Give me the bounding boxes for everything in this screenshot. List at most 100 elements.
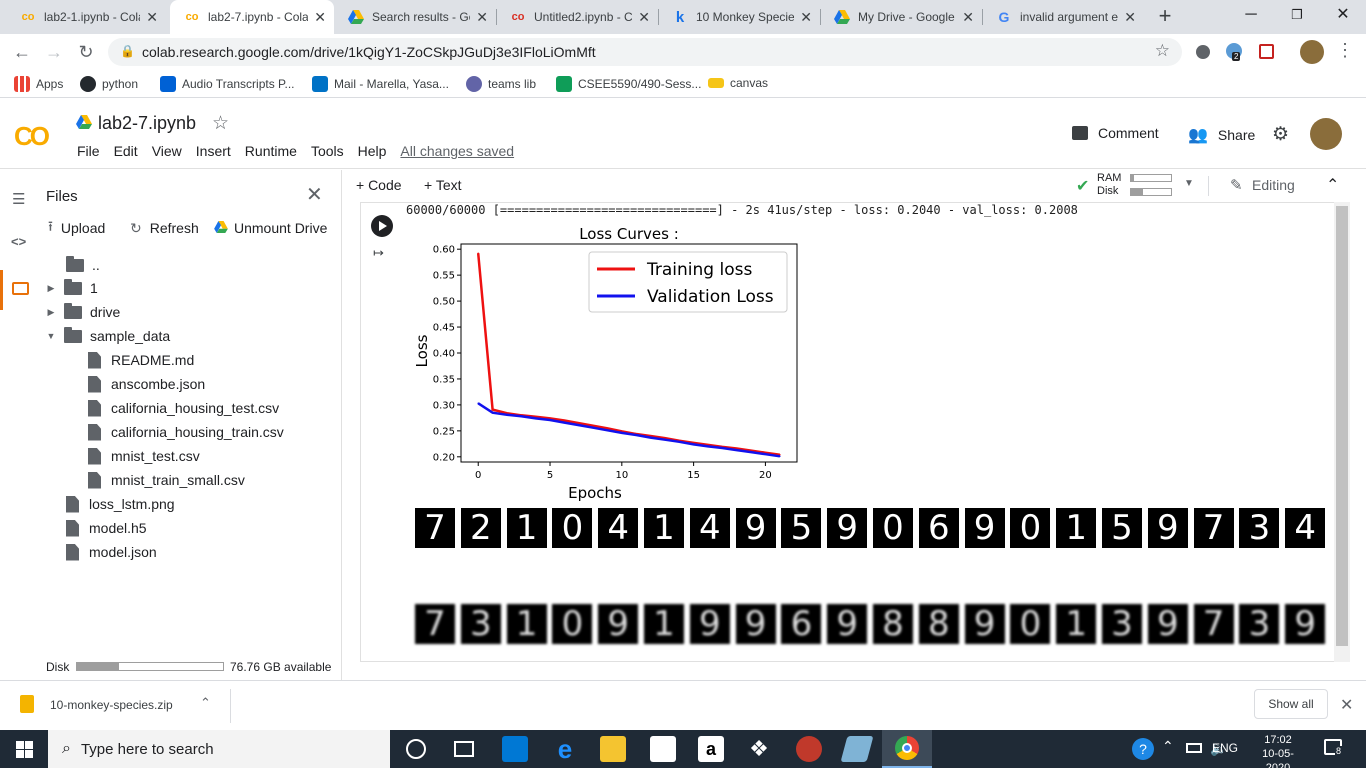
cortana-icon[interactable] (406, 739, 426, 759)
bookmark-python[interactable]: python (80, 76, 138, 92)
profile-avatar[interactable] (1300, 40, 1324, 64)
window-close-button[interactable]: ✕ (1320, 0, 1366, 30)
windows-start-icon[interactable] (16, 741, 33, 761)
tab-drive-search[interactable]: Search results - Google Drive ✕ (334, 0, 496, 34)
forward-button[interactable]: → (42, 40, 66, 64)
table-of-contents-icon[interactable]: ☰ (12, 190, 25, 208)
bookmark-apps[interactable]: Apps (14, 76, 63, 92)
tab-invalid-argument[interactable]: G invalid argument error ✕ (982, 0, 1144, 34)
refresh-button[interactable]: ↻ Refresh (130, 218, 199, 238)
minimize-button[interactable]: ─ (1228, 0, 1274, 30)
bookmark-star-icon[interactable]: ☆ (1155, 41, 1170, 61)
menu-file[interactable]: File (70, 143, 107, 159)
bookmark-canvas[interactable]: canvas (708, 76, 768, 90)
extension-icon[interactable] (1196, 45, 1210, 59)
code-cell[interactable]: ↦ 60000/60000 [=========================… (360, 202, 1350, 662)
unmount-drive-button[interactable]: Unmount Drive (214, 218, 327, 238)
tab-my-drive[interactable]: My Drive - Google Drive ✕ (820, 0, 982, 34)
close-download-bar-icon[interactable]: ✕ (1340, 695, 1353, 715)
collapse-header-icon[interactable]: ⌃ (1326, 175, 1339, 195)
tab-monkey-species[interactable]: k 10 Monkey Species ✕ (658, 0, 820, 34)
code-snippets-icon[interactable]: <> (11, 234, 26, 249)
mail-app-icon[interactable] (502, 736, 528, 762)
close-icon[interactable]: ✕ (314, 9, 326, 26)
close-icon[interactable]: ✕ (146, 9, 158, 26)
save-status[interactable]: All changes saved (393, 143, 521, 159)
help-icon[interactable]: ? (1132, 738, 1154, 760)
tab-lab2-7[interactable]: co lab2-7.ipynb - Colab ✕ (170, 0, 334, 34)
chrome-menu-icon[interactable]: ⋮ (1336, 40, 1354, 61)
language-indicator[interactable]: ENG (1212, 741, 1238, 755)
edge-browser-icon[interactable]: e (552, 736, 578, 762)
new-tab-button[interactable]: + (1152, 4, 1178, 30)
action-center-icon[interactable]: 8 (1324, 739, 1343, 756)
download-options-chevron-icon[interactable]: ⌃ (200, 695, 211, 711)
scrollbar-thumb[interactable] (1336, 206, 1348, 646)
bookmark-audio-transcripts[interactable]: Audio Transcripts P... (160, 76, 295, 92)
add-code-button[interactable]: + Code (356, 177, 402, 193)
close-icon[interactable]: ✕ (1124, 9, 1136, 26)
pdf-extension-icon[interactable] (1259, 44, 1274, 59)
editing-mode-button[interactable]: Editing (1252, 177, 1295, 193)
file-entry-model-h5[interactable]: model.h5 (66, 518, 147, 538)
comment-button[interactable]: Comment (1072, 125, 1159, 141)
settings-gear-icon[interactable]: ⚙ (1272, 123, 1289, 146)
file-entry-drive[interactable]: ▶ drive (44, 302, 120, 322)
task-view-icon[interactable] (454, 741, 474, 757)
expand-caret-icon[interactable]: ▶ (44, 283, 58, 294)
file-entry-parent[interactable]: .. (66, 255, 100, 275)
colab-logo[interactable]: CO (14, 121, 50, 152)
file-entry-anscombe[interactable]: anscombe.json (88, 374, 205, 394)
file-entry-sample-data[interactable]: ▼ sample_data (44, 326, 170, 346)
taskbar-search[interactable]: ⌕ Type here to search (48, 730, 390, 768)
dropdown-arrow-icon[interactable]: ▼ (1184, 178, 1194, 189)
files-folder-icon[interactable] (12, 282, 29, 295)
expand-caret-icon[interactable]: ▶ (44, 307, 58, 318)
bookmark-mail[interactable]: Mail - Marella, Yasa... (312, 76, 449, 92)
dropbox-icon[interactable]: ❖ (746, 736, 772, 762)
download-filename[interactable]: 10-monkey-species.zip (50, 698, 173, 712)
close-panel-icon[interactable]: ✕ (306, 182, 323, 207)
output-actions-icon[interactable]: ↦ (373, 245, 384, 261)
file-entry-housing-train[interactable]: california_housing_train.csv (88, 422, 284, 442)
menu-runtime[interactable]: Runtime (238, 143, 304, 159)
address-bar[interactable]: 🔒 colab.research.google.com/drive/1kQigY… (108, 38, 1182, 66)
bookmark-csee[interactable]: CSEE5590/490-Sess... (556, 76, 701, 92)
upload-button[interactable]: ⭱ Upload (48, 218, 105, 238)
file-entry-housing-test[interactable]: california_housing_test.csv (88, 398, 279, 418)
maximize-button[interactable]: ❐ (1274, 0, 1320, 30)
close-icon[interactable]: ✕ (476, 9, 488, 26)
close-icon[interactable]: ✕ (638, 9, 650, 26)
battery-icon[interactable] (1186, 743, 1202, 753)
menu-view[interactable]: View (145, 143, 189, 159)
collapse-caret-icon[interactable]: ▼ (44, 331, 58, 341)
back-button[interactable]: ← (10, 40, 34, 64)
menu-edit[interactable]: Edit (107, 143, 145, 159)
reload-button[interactable]: ↻ (74, 40, 98, 64)
file-entry-readme[interactable]: README.md (88, 350, 194, 370)
resource-monitor[interactable]: RAM Disk (1097, 172, 1121, 198)
run-cell-icon[interactable] (371, 215, 393, 237)
bookmark-teams-lib[interactable]: teams lib (466, 76, 536, 92)
clock[interactable]: 17:02 10-05-2020 (1250, 733, 1306, 775)
account-avatar[interactable] (1310, 118, 1342, 150)
extension-badge-icon[interactable]: 2 (1226, 43, 1242, 61)
show-all-button[interactable]: Show all (1254, 689, 1328, 719)
tab-untitled2[interactable]: co Untitled2.ipynb - Colab ✕ (496, 0, 658, 34)
menu-insert[interactable]: Insert (189, 143, 238, 159)
close-icon[interactable]: ✕ (962, 9, 974, 26)
store-icon[interactable] (650, 736, 676, 762)
tab-lab2-1[interactable]: co lab2-1.ipynb - Colab ✕ (6, 0, 166, 34)
tray-chevron-icon[interactable]: ⌃ (1162, 738, 1174, 755)
menu-tools[interactable]: Tools (304, 143, 351, 159)
file-entry-folder-1[interactable]: ▶ 1 (44, 278, 98, 298)
notebook-title[interactable]: lab2-7.ipynb (98, 113, 196, 134)
file-entry-model-json[interactable]: model.json (66, 542, 157, 562)
file-entry-mnist-train[interactable]: mnist_train_small.csv (88, 470, 245, 490)
star-icon[interactable]: ☆ (212, 112, 229, 135)
add-text-button[interactable]: + Text (424, 177, 462, 193)
share-button[interactable]: 👥 Share (1188, 125, 1255, 145)
file-entry-loss-png[interactable]: loss_lstm.png (66, 494, 175, 514)
close-icon[interactable]: ✕ (800, 9, 812, 26)
file-entry-mnist-test[interactable]: mnist_test.csv (88, 446, 200, 466)
